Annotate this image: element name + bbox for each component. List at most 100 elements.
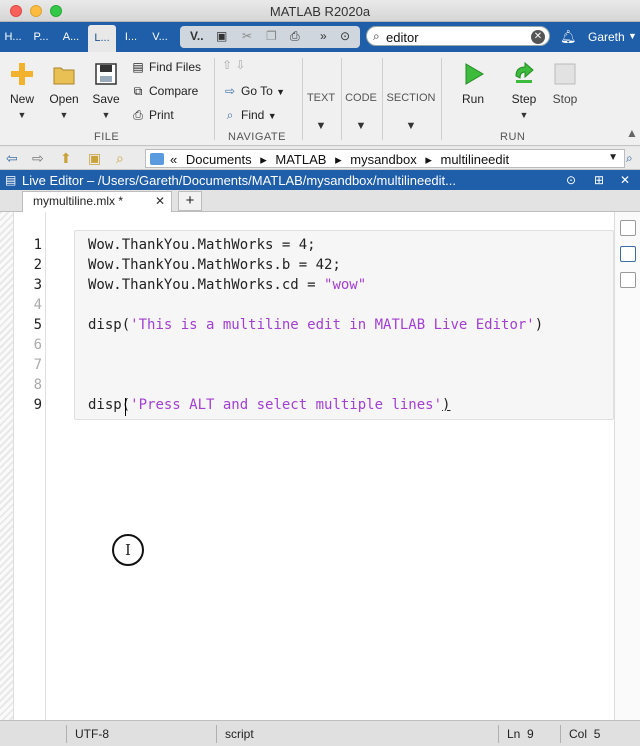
section-group-button[interactable]: SECTION ▼ xyxy=(386,92,436,132)
close-panel-icon[interactable]: ✕ xyxy=(620,173,630,187)
up-folder-icon[interactable]: ⬆ xyxy=(60,150,72,167)
find-button[interactable]: ⌕ Find ▼ xyxy=(222,108,277,123)
code-line-3[interactable]: Wow.ThankYou.MathWorks.cd = "wow" xyxy=(88,277,366,293)
go-to-button[interactable]: ⇨ Go To ▼ xyxy=(222,84,285,98)
run-button[interactable]: Run xyxy=(456,62,490,106)
text-group-button[interactable]: TEXT ▼ xyxy=(306,92,336,132)
code-text: Wow.ThankYou.MathWorks.cd = xyxy=(88,277,325,293)
matlab-window: MATLAB R2020a H... P... A... L... I... V… xyxy=(0,0,640,746)
line-label: Ln xyxy=(507,727,521,741)
search-icon: ⌕ xyxy=(373,29,380,43)
breadcrumb-item[interactable]: multilineedit xyxy=(441,152,510,167)
browse-folder-icon[interactable]: ▣ xyxy=(88,150,101,167)
breadcrumb-item[interactable]: mysandbox xyxy=(350,152,416,167)
up-arrow-icon: ⇧ xyxy=(222,58,233,72)
find-files-label: Find Files xyxy=(149,60,202,74)
open-button[interactable]: Open ▼ xyxy=(46,62,82,120)
divider xyxy=(302,58,303,140)
help-icon[interactable]: ⊙ xyxy=(340,29,350,43)
tab-apps[interactable]: A... xyxy=(58,22,84,52)
new-plus-icon xyxy=(11,63,33,85)
string-literal: "wow" xyxy=(324,277,367,293)
divider xyxy=(382,58,383,140)
tab-view[interactable]: V... xyxy=(148,22,172,52)
folder-icon xyxy=(150,153,164,165)
search-documentation-field[interactable]: ⌕ editor ✕ xyxy=(366,26,550,46)
new-button[interactable]: New ▼ xyxy=(6,62,38,120)
more-icon[interactable]: » xyxy=(320,29,327,43)
save-caret-icon: ▼ xyxy=(101,110,111,120)
forward-arrow-icon[interactable]: ⇨ xyxy=(32,150,44,167)
hide-code-icon[interactable] xyxy=(620,272,636,288)
new-label: New xyxy=(9,92,34,106)
save-button[interactable]: Save ▼ xyxy=(90,62,122,120)
find-files-button[interactable]: ▤ Find Files xyxy=(130,60,201,74)
breadcrumb-item[interactable]: Documents xyxy=(186,152,252,167)
code-caret-icon: ▼ xyxy=(355,120,367,132)
compare-button[interactable]: ⧉ Compare xyxy=(130,84,199,99)
find-folder-icon[interactable]: ⌕ xyxy=(116,150,124,167)
collapse-toolstrip-icon[interactable]: ▲ xyxy=(626,126,638,140)
text-group-label: TEXT xyxy=(306,92,336,104)
column-label: Col xyxy=(569,727,588,741)
current-folder-bar: ⇦ ⇨ ⬆ ▣ ⌕ « Documents ▸ MATLAB ▸ mysandb… xyxy=(0,147,640,170)
tab-live-editor[interactable]: L... xyxy=(88,25,116,52)
breadcrumb-item[interactable]: MATLAB xyxy=(275,152,326,167)
cut-icon[interactable]: ✂ xyxy=(242,29,252,43)
printer-icon: ⎙ xyxy=(133,108,143,122)
save-icon[interactable]: ▣ xyxy=(216,29,227,43)
path-dropdown-icon[interactable]: ▼ xyxy=(608,152,618,163)
address-path[interactable]: « Documents ▸ MATLAB ▸ mysandbox ▸ multi… xyxy=(145,149,625,168)
step-button[interactable]: Step ▼ xyxy=(506,62,542,120)
search-input[interactable]: editor xyxy=(386,30,419,45)
compare-icon: ⧉ xyxy=(133,84,143,98)
nav-arrows[interactable]: ⇧ ⇩ xyxy=(222,58,245,72)
notification-bell-icon[interactable]: 🔔︎ xyxy=(560,29,577,45)
find-files-icon: ▤ xyxy=(132,60,144,74)
live-editor-panel-header: ▤ Live Editor – /Users/Gareth/Documents/… xyxy=(0,170,640,190)
dock-icon[interactable]: ⊞ xyxy=(594,173,604,187)
encoding-status: UTF-8 xyxy=(66,725,206,743)
tab-insert[interactable]: I... xyxy=(120,22,142,52)
down-arrow-icon: ⇩ xyxy=(235,58,246,72)
print-button[interactable]: ⎙ Print xyxy=(130,108,174,123)
file-section-label: FILE xyxy=(94,131,120,143)
code-text: disp( xyxy=(88,317,131,333)
mouse-cursor-highlight-icon: I xyxy=(112,534,144,566)
panel-menu-icon[interactable]: ⊙ xyxy=(566,173,576,187)
chevron-down-icon[interactable]: ▼ xyxy=(628,31,637,41)
tab-home[interactable]: H... xyxy=(2,22,24,52)
stop-button[interactable]: Stop xyxy=(548,62,582,106)
output-toggle-bar xyxy=(614,212,640,720)
magnifier-icon: ⌕ xyxy=(226,108,234,122)
quick-access-label[interactable]: V.. xyxy=(190,29,204,43)
print-icon[interactable]: ⎙ xyxy=(290,29,300,44)
code-line-2[interactable]: Wow.ThankYou.MathWorks.b = 42; xyxy=(88,257,341,273)
line-number: 4 xyxy=(33,297,42,313)
code-line-9[interactable]: disp('Press ALT and select multiple line… xyxy=(88,397,450,413)
code-group-button[interactable]: CODE ▼ xyxy=(344,92,378,132)
tab-plots[interactable]: P... xyxy=(30,22,52,52)
line-number: 3 xyxy=(33,277,42,293)
clear-search-icon[interactable]: ✕ xyxy=(531,30,545,44)
user-account[interactable]: Gareth xyxy=(588,30,625,44)
divider xyxy=(214,58,215,140)
copy-icon[interactable]: ❐ xyxy=(266,29,277,43)
go-to-label: Go To xyxy=(241,84,273,98)
search-folder-icon[interactable]: ⌕ xyxy=(626,151,633,166)
close-tab-icon[interactable]: ✕ xyxy=(155,192,165,211)
new-tab-button[interactable]: + xyxy=(178,191,202,211)
string-literal: 'Press ALT and select multiple lines' xyxy=(130,397,443,413)
code-line-1[interactable]: Wow.ThankYou.MathWorks = 4; xyxy=(88,237,316,253)
output-inline-icon[interactable] xyxy=(620,246,636,262)
breadcrumb-overflow[interactable]: « xyxy=(170,152,177,167)
output-right-icon[interactable] xyxy=(620,220,636,236)
code-editor[interactable]: 1 2 3 4 5 6 7 8 9 Wow.ThankYou.MathWorks… xyxy=(0,212,640,720)
code-line-5[interactable]: disp('This is a multiline edit in MATLAB… xyxy=(88,317,543,333)
go-to-caret-icon: ▼ xyxy=(276,87,286,97)
line-number: 2 xyxy=(33,257,42,273)
tab-mymultiline[interactable]: mymultiline.mlx * ✕ xyxy=(22,191,172,212)
window-title: MATLAB R2020a xyxy=(269,4,371,19)
section-caret-icon: ▼ xyxy=(405,120,417,132)
back-arrow-icon[interactable]: ⇦ xyxy=(6,150,18,167)
